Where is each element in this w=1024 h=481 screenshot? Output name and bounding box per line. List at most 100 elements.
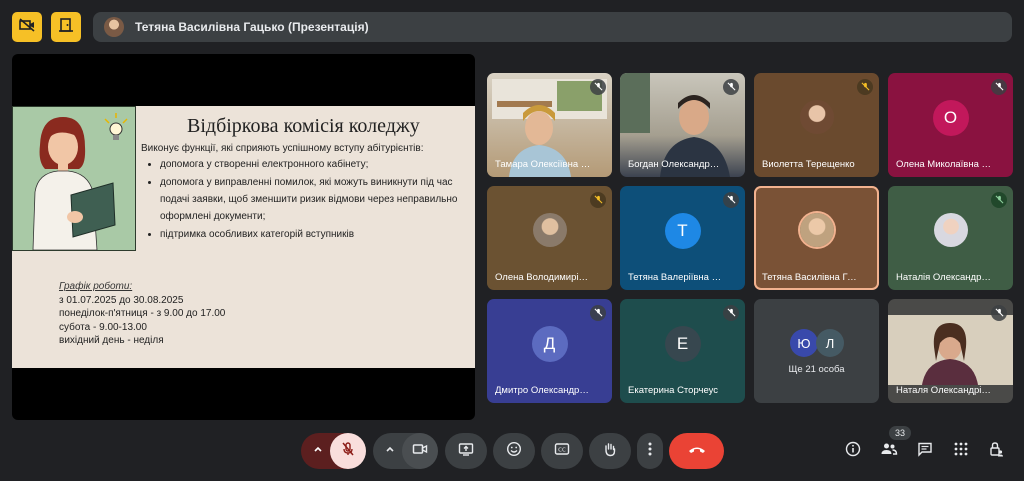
mic-off-indicator bbox=[857, 79, 873, 95]
reactions-button[interactable] bbox=[493, 433, 535, 469]
lock-person-icon bbox=[988, 441, 1004, 462]
presenter-avatar bbox=[104, 17, 124, 37]
presentation-stage[interactable]: Відбіркова комісія коледжу Виконує функц… bbox=[12, 54, 475, 420]
svg-text:CC: CC bbox=[558, 447, 566, 453]
participant-avatar: Т bbox=[664, 213, 701, 249]
mic-off-indicator bbox=[590, 305, 606, 321]
leave-room-button[interactable] bbox=[51, 12, 81, 42]
slide-title: Відбіркова комісія коледжу bbox=[187, 115, 420, 137]
chevron-up-icon bbox=[312, 442, 324, 460]
mic-off-icon bbox=[594, 304, 603, 322]
participant-name: Наталія Олександрів... bbox=[896, 272, 992, 283]
participant-tile[interactable]: Д Дмитро Олександро... bbox=[487, 299, 612, 403]
slide-illustration bbox=[12, 106, 136, 251]
participant-tile[interactable]: Наталя Олександрів... bbox=[888, 299, 1013, 403]
presenter-name: Тетяна Василівна Гацько (Презентація) bbox=[135, 20, 369, 34]
mic-toggle-button[interactable] bbox=[330, 433, 366, 469]
participant-avatar: Д bbox=[531, 326, 568, 362]
participant-name: Дмитро Олександро... bbox=[495, 385, 591, 396]
slide-bullets: допомога у створенні електронного кабіне… bbox=[150, 156, 475, 244]
mic-off-indicator bbox=[991, 192, 1007, 208]
participant-tile[interactable]: Е Екатерина Сторчеус bbox=[620, 299, 745, 403]
mic-off-icon bbox=[861, 78, 870, 96]
participant-name: Тетяна Василівна Гац... bbox=[762, 272, 858, 283]
participant-tile[interactable]: Олена Володимирівн... bbox=[487, 186, 612, 290]
raise-hand-button[interactable] bbox=[589, 433, 631, 469]
participant-tile-speaking[interactable]: Тетяна Василівна Гац... bbox=[754, 186, 879, 290]
people-count-badge: 33 bbox=[889, 426, 911, 440]
hang-up-icon bbox=[688, 442, 706, 460]
mic-off-icon bbox=[995, 191, 1004, 209]
chat-button[interactable] bbox=[914, 433, 936, 469]
participant-name: Богдан Олександров... bbox=[628, 159, 724, 170]
participant-avatar: Е bbox=[664, 326, 701, 362]
present-screen-button[interactable] bbox=[445, 433, 487, 469]
mic-off-icon bbox=[727, 304, 736, 322]
present-screen-icon bbox=[458, 441, 474, 462]
more-options-button[interactable] bbox=[637, 433, 663, 469]
more-participants-label: Ще 21 особа bbox=[788, 364, 845, 375]
chevron-up-icon bbox=[384, 442, 396, 460]
more-participants-tile[interactable]: Ю Л Ще 21 особа bbox=[754, 299, 879, 403]
participant-photo bbox=[799, 100, 834, 134]
participant-tile[interactable]: Наталія Олександрів... bbox=[888, 186, 1013, 290]
slide-intro: Виконує функції, які сприяють успішному … bbox=[141, 143, 424, 154]
mic-off-indicator bbox=[991, 305, 1007, 321]
slide-bullet: допомога у створенні електронного кабіне… bbox=[160, 156, 475, 173]
mic-off-indicator bbox=[723, 192, 739, 208]
activities-button[interactable] bbox=[950, 433, 972, 469]
mic-off-icon bbox=[594, 191, 603, 209]
presenter-bar[interactable]: Тетяна Василівна Гацько (Презентація) bbox=[93, 12, 1012, 42]
mic-off-icon bbox=[727, 78, 736, 96]
door-icon bbox=[58, 17, 74, 38]
apps-grid-icon bbox=[954, 442, 968, 461]
captions-icon: CC bbox=[554, 441, 570, 462]
participant-tile[interactable]: Богдан Олександров... bbox=[620, 73, 745, 177]
hide-self-view-button[interactable] bbox=[12, 12, 42, 42]
mic-off-indicator bbox=[590, 79, 606, 95]
participant-name: Наталя Олександрів... bbox=[896, 385, 992, 396]
participant-tile[interactable]: Тамара Олексіївна К... bbox=[487, 73, 612, 177]
mic-off-indicator bbox=[723, 79, 739, 95]
participant-name: Тамара Олексіївна К... bbox=[495, 159, 591, 170]
camera-icon bbox=[412, 441, 428, 462]
meeting-details-button[interactable] bbox=[842, 433, 864, 469]
more-avatar: Л bbox=[816, 329, 844, 357]
people-icon bbox=[880, 441, 898, 462]
participant-name: Олена Миколаївна К... bbox=[896, 159, 992, 170]
video-off-icon bbox=[19, 17, 35, 38]
schedule-line: понеділок-п'ятниця - з 9.00 до 17.00 bbox=[59, 308, 226, 319]
participant-photo bbox=[799, 213, 834, 247]
schedule-line: субота - 9.00-13.00 bbox=[59, 321, 147, 333]
more-vert-icon bbox=[648, 442, 652, 461]
participant-tile[interactable]: О Олена Миколаївна К... bbox=[888, 73, 1013, 177]
mic-off-icon bbox=[995, 304, 1004, 322]
captions-button[interactable]: CC bbox=[541, 433, 583, 469]
camera-toggle-button[interactable] bbox=[402, 433, 438, 469]
host-controls-button[interactable] bbox=[985, 433, 1007, 469]
mic-off-icon bbox=[594, 78, 603, 96]
participant-tile[interactable]: Т Тетяна Валеріївна Ко... bbox=[620, 186, 745, 290]
schedule-line: вихідний день - неділя bbox=[59, 335, 164, 346]
participant-name: Тетяна Валеріївна Ко... bbox=[628, 272, 724, 283]
participant-name: Олена Володимирівн... bbox=[495, 272, 591, 283]
participant-name: Екатерина Сторчеус bbox=[628, 385, 719, 396]
mic-off-icon bbox=[340, 441, 356, 462]
mic-off-icon bbox=[727, 191, 736, 209]
hand-icon bbox=[602, 441, 618, 462]
info-icon bbox=[845, 441, 861, 462]
slide: Відбіркова комісія коледжу Виконує функц… bbox=[12, 106, 475, 368]
schedule: Графік роботи: з 01.07.2025 до 30.08.202… bbox=[59, 280, 225, 348]
participant-photo bbox=[933, 213, 968, 247]
participant-photo bbox=[532, 213, 567, 247]
mic-off-indicator bbox=[723, 305, 739, 321]
mic-off-indicator bbox=[590, 192, 606, 208]
participant-tile[interactable]: Виолетта Терещенко bbox=[754, 73, 879, 177]
participant-name: Виолетта Терещенко bbox=[762, 159, 855, 170]
mic-off-icon bbox=[995, 78, 1004, 96]
more-avatar: Ю bbox=[790, 329, 818, 357]
chat-icon bbox=[917, 441, 933, 462]
schedule-line: з 01.07.2025 до 30.08.2025 bbox=[59, 294, 184, 306]
leave-call-button[interactable] bbox=[669, 433, 724, 469]
slide-bullet: підтримка особливих категорій вступників bbox=[160, 226, 475, 243]
